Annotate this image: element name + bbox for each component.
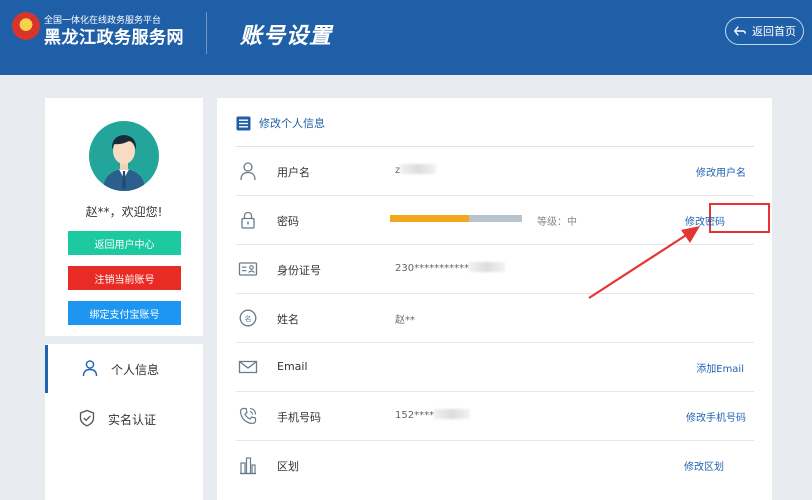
nav-item-personal-info[interactable]: 个人信息 [45, 345, 203, 393]
phone-value: 152**** [395, 409, 471, 421]
lock-icon [241, 211, 255, 229]
shield-check-icon [79, 409, 95, 427]
row-username: 用户名 z 修改用户名 [236, 147, 754, 196]
id-number-value: 230*********** [395, 262, 506, 274]
building-chart-icon [240, 457, 256, 475]
row-email: Email 添加Email [236, 343, 754, 392]
back-home-button[interactable]: 返回首页 [725, 17, 804, 45]
row-label: 区划 [277, 460, 299, 473]
name-value: 赵** [395, 315, 415, 326]
nav-label-real-name-auth: 实名认证 [108, 413, 157, 427]
edit-username-link[interactable]: 修改用户名 [696, 164, 746, 179]
row-label: 用户名 [277, 166, 310, 179]
add-email-link[interactable]: 添加Email [696, 360, 744, 375]
avatar-person-icon [103, 135, 145, 191]
site-name[interactable]: 黑龙江政务服务网 [44, 23, 184, 48]
row-label: Email [277, 360, 308, 373]
change-phone-link[interactable]: 修改手机号码 [686, 409, 746, 424]
user-icon [82, 360, 98, 377]
change-password-link[interactable]: 修改密码 [685, 213, 725, 228]
profile-card: 赵**，欢迎您! 返回用户中心 注销当前账号 绑定支付宝账号 [45, 98, 203, 336]
section-header: 修改个人信息 [236, 115, 325, 131]
username-value: z [395, 164, 437, 176]
national-emblem-icon [12, 12, 40, 40]
row-label: 身份证号 [277, 264, 321, 277]
header-divider [206, 12, 207, 54]
bind-alipay-button[interactable]: 绑定支付宝账号 [68, 301, 181, 325]
row-name: 名 姓名 赵** [236, 294, 754, 343]
row-phone: 手机号码 152**** 修改手机号码 [236, 392, 754, 441]
side-nav: 个人信息 实名认证 [45, 344, 203, 500]
email-icon [238, 360, 258, 374]
nav-label-personal-info: 个人信息 [111, 363, 160, 377]
name-badge-icon: 名 [239, 309, 257, 327]
user-icon [240, 162, 256, 181]
document-list-icon [236, 116, 251, 130]
svg-text:名: 名 [245, 314, 252, 323]
section-title: 修改个人信息 [259, 117, 325, 130]
welcome-greeting: 赵**，欢迎您! [85, 205, 163, 219]
row-password: 密码 等级：中 修改密码 [236, 196, 770, 245]
back-home-label: 返回首页 [752, 25, 796, 38]
row-label: 密码 [277, 215, 299, 228]
main-panel: 修改个人信息 用户名 z 修改用户名 密码 等级：中 修改密码 身份证号 230… [217, 98, 772, 500]
password-strength-bar [390, 215, 522, 222]
row-label: 姓名 [277, 313, 299, 326]
row-id-number: 身份证号 230*********** [236, 245, 754, 294]
change-region-link[interactable]: 修改区划 [684, 458, 724, 473]
password-strength-fill [390, 215, 470, 222]
cancel-account-button[interactable]: 注销当前账号 [68, 266, 181, 290]
id-card-icon [238, 262, 258, 276]
back-to-user-center-button[interactable]: 返回用户中心 [68, 231, 181, 255]
back-arrow-icon [733, 26, 746, 36]
row-region: 区划 修改区划 [236, 441, 754, 490]
row-label: 手机号码 [277, 411, 321, 424]
avatar [89, 121, 159, 191]
top-header: 全国一体化在线政务服务平台 黑龙江政务服务网 账号设置 返回首页 [0, 0, 812, 75]
phone-icon [239, 407, 257, 425]
page-title: 账号设置 [240, 24, 333, 49]
password-strength-level: 等级：中 [537, 217, 577, 228]
nav-item-real-name-auth[interactable]: 实名认证 [45, 395, 203, 443]
